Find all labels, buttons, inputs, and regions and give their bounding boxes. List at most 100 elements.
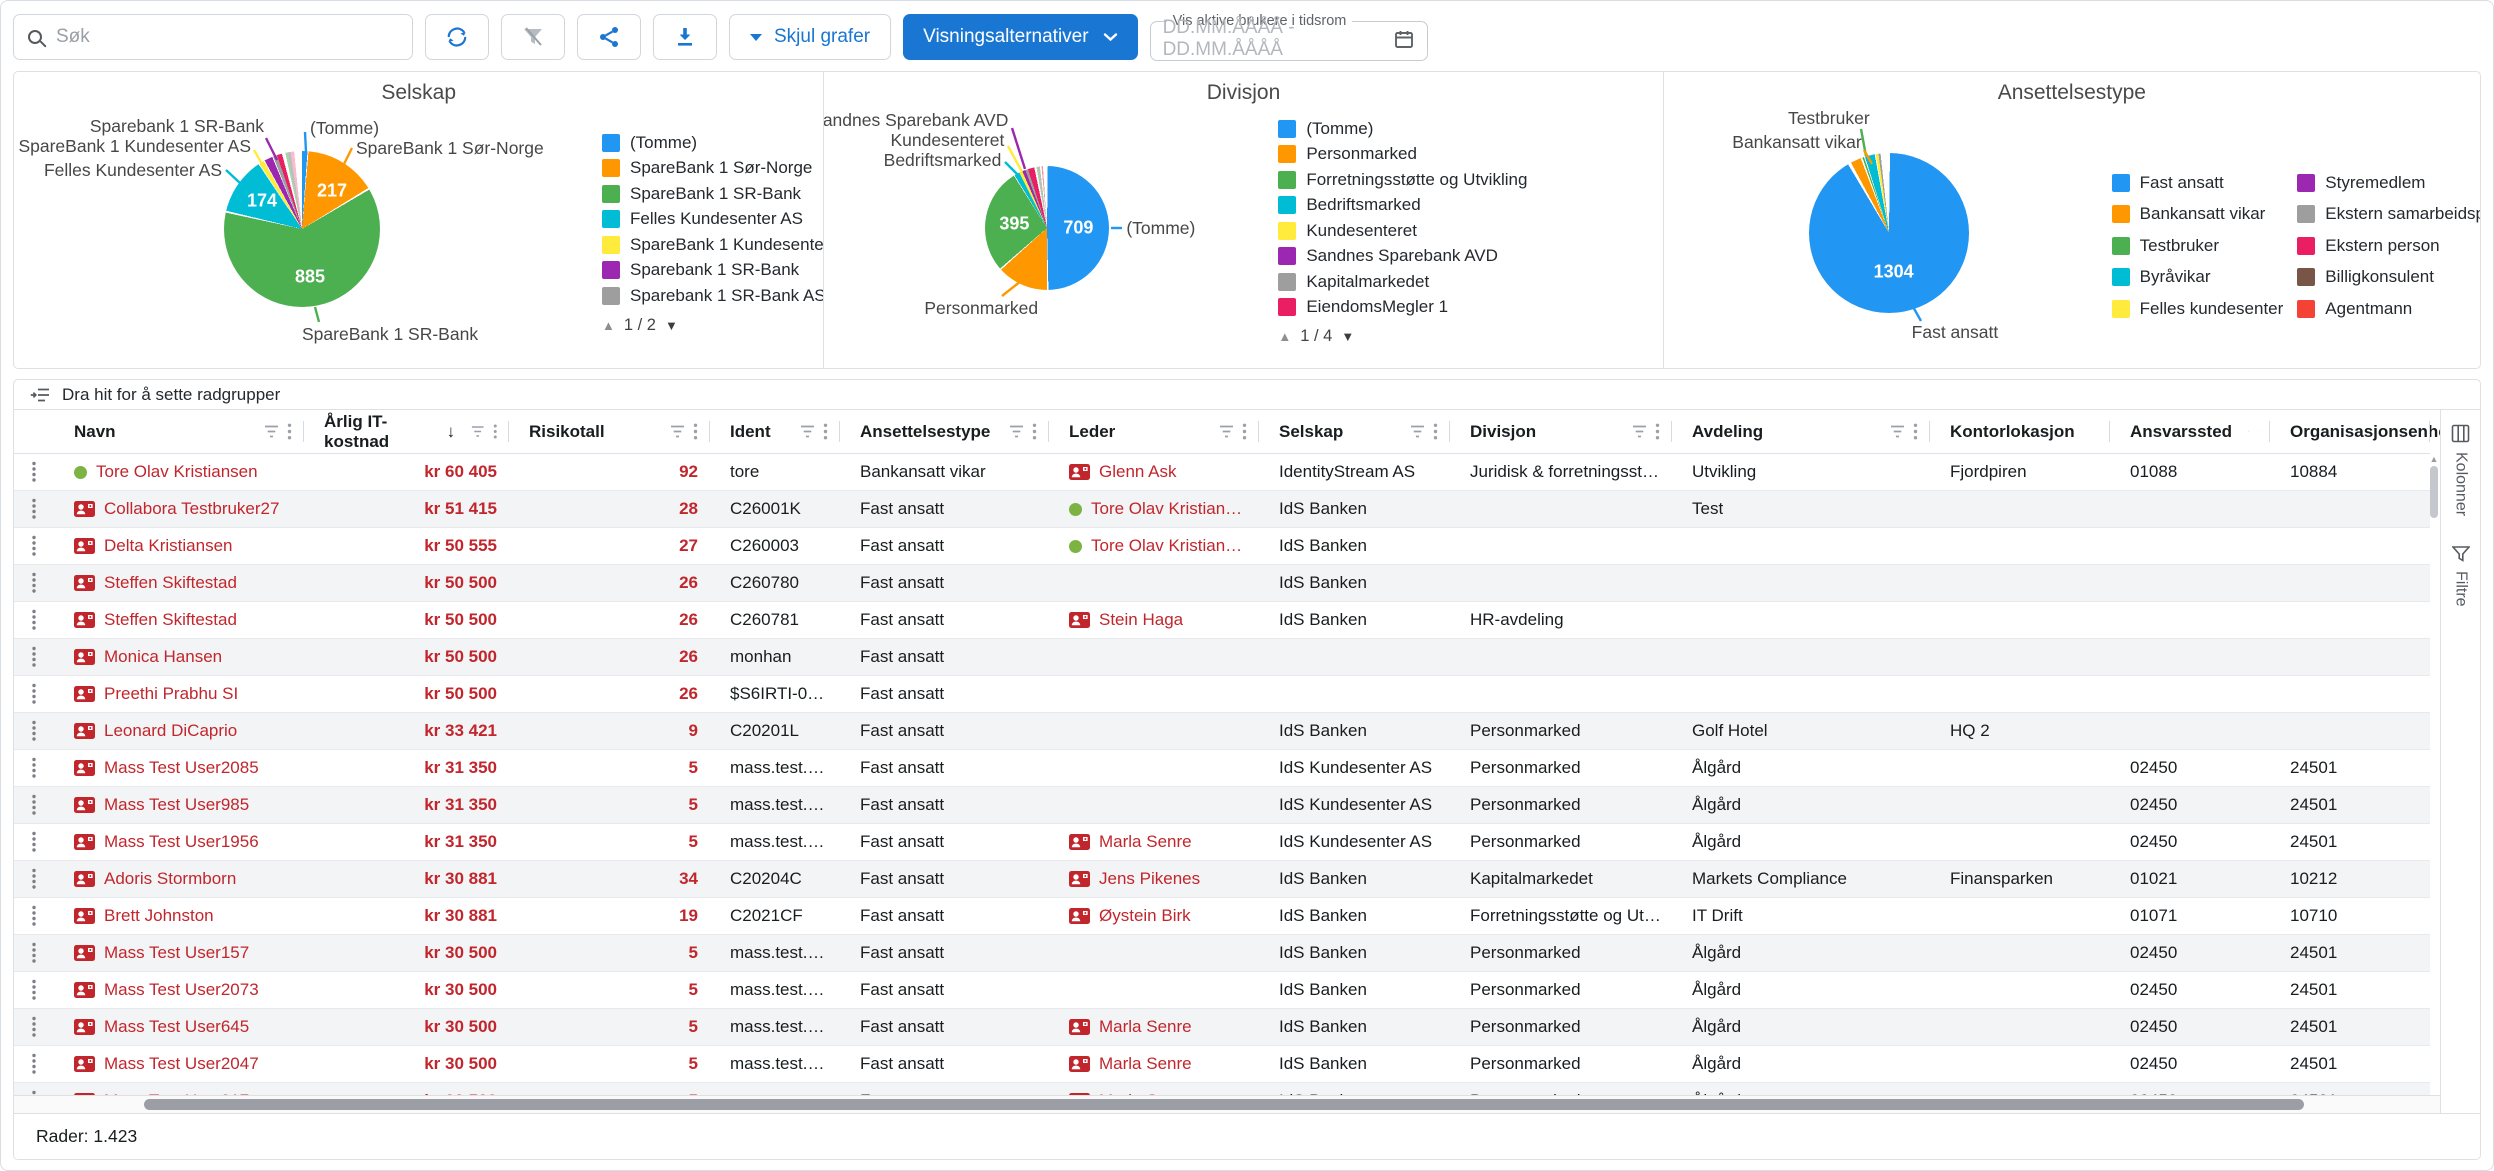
row-menu-icon[interactable] (31, 461, 37, 483)
column-filter-icon[interactable] (800, 425, 815, 438)
legend-item[interactable]: Styremedlem (2297, 172, 2480, 193)
name-link[interactable]: Steffen Skiftestad (104, 573, 237, 593)
row-menu-icon[interactable] (31, 868, 37, 890)
column-header-avdeling[interactable]: Avdeling (1672, 410, 1930, 453)
name-link[interactable]: Steffen Skiftestad (104, 610, 237, 630)
column-filter-icon[interactable] (1632, 425, 1647, 438)
horizontal-scrollbar-thumb[interactable] (144, 1099, 2304, 1110)
column-filter-icon[interactable] (670, 425, 685, 438)
view-options-button[interactable]: Visningsalternativer (903, 14, 1137, 60)
leader-link[interactable]: Tore Olav Kristiansen (1091, 536, 1249, 556)
table-row[interactable]: Mass Test User157kr 30 5005mass.test.use… (14, 935, 2430, 972)
row-menu-button[interactable] (14, 491, 54, 527)
legend-item[interactable]: Ekstern person (2297, 235, 2480, 256)
column-menu-icon[interactable] (1032, 423, 1037, 440)
row-menu-button[interactable] (14, 1083, 54, 1095)
column-filter-icon[interactable] (1219, 425, 1234, 438)
table-row[interactable]: Mass Test User645kr 30 5005mass.test.use… (14, 1009, 2430, 1046)
column-header-ansvar[interactable]: Ansvarssted (2110, 410, 2270, 453)
pie-chart-ansettelsestype[interactable] (1809, 153, 1969, 313)
legend-item[interactable]: Fast ansatt (2112, 172, 2284, 193)
column-filter-icon[interactable] (264, 425, 279, 438)
table-row[interactable]: Tore Olav Kristiansenkr 60 40592toreBank… (14, 454, 2430, 491)
download-button[interactable] (653, 14, 717, 60)
row-menu-icon[interactable] (31, 683, 37, 705)
leader-link[interactable]: Jens Pikenes (1099, 869, 1200, 889)
column-header-org[interactable]: Organisasjonsenhet (2270, 410, 2430, 453)
row-menu-icon[interactable] (31, 757, 37, 779)
vertical-scrollbar-thumb[interactable] (2430, 466, 2438, 518)
legend-item[interactable]: Bedriftsmarked (1278, 195, 1527, 216)
column-filter-icon[interactable] (2248, 425, 2249, 438)
row-menu-button[interactable] (14, 935, 54, 971)
row-menu-icon[interactable] (31, 498, 37, 520)
leader-link[interactable]: Øystein Birk (1099, 906, 1191, 926)
row-menu-button[interactable] (14, 454, 54, 490)
date-range-field[interactable]: Vis aktive brukere i tidsrom DD.MM.ÅÅÅÅ … (1150, 13, 1428, 61)
column-header-kontor[interactable]: Kontorlokasjon (1930, 410, 2110, 453)
row-menu-button[interactable] (14, 824, 54, 860)
column-menu-icon[interactable] (287, 423, 292, 440)
legend-item[interactable]: Felles kundesenter (2112, 298, 2284, 319)
legend-item[interactable]: EiendomsMegler 1 (1278, 297, 1527, 318)
column-menu-icon[interactable] (693, 423, 698, 440)
clear-filter-button[interactable] (501, 14, 565, 60)
row-menu-icon[interactable] (31, 942, 37, 964)
row-menu-icon[interactable] (31, 720, 37, 742)
row-menu-button[interactable] (14, 676, 54, 712)
table-row[interactable]: Mass Test User985kr 31 3505mass.test.use… (14, 787, 2430, 824)
legend-item[interactable]: Kapitalmarkedet (1278, 271, 1527, 292)
row-menu-icon[interactable] (31, 979, 37, 1001)
legend-item[interactable]: SpareBank 1 Sør-Norge (602, 158, 823, 179)
legend-item[interactable]: Sandnes Sparebank AVD (1278, 246, 1527, 267)
table-row[interactable]: Steffen Skiftestadkr 50 50026C260780Fast… (14, 565, 2430, 602)
legend-next-icon[interactable]: ▼ (665, 318, 678, 333)
hide-charts-button[interactable]: Skjul grafer (729, 14, 891, 60)
table-row[interactable]: Mass Test User2047kr 30 5005mass.test.us… (14, 1046, 2430, 1083)
tab-kolonner[interactable]: Kolonner (2451, 424, 2470, 516)
legend-item[interactable]: Agentmann (2297, 298, 2480, 319)
column-header-leader[interactable]: Leder (1049, 410, 1259, 453)
column-filter-icon[interactable] (1009, 425, 1024, 438)
row-menu-button[interactable] (14, 528, 54, 564)
table-row[interactable]: Brett Johnstonkr 30 88119C2021CFFast ans… (14, 898, 2430, 935)
legend-item[interactable]: Billigkonsulent (2297, 267, 2480, 288)
legend-item[interactable]: (Tomme) (602, 132, 823, 153)
name-link[interactable]: Mass Test User1956 (104, 832, 259, 852)
table-row[interactable]: Leonard DiCapriokr 33 4219C20201LFast an… (14, 713, 2430, 750)
leader-link[interactable]: Tore Olav Kristiansen (1091, 499, 1249, 519)
legend-next-icon[interactable]: ▼ (1341, 329, 1354, 344)
column-menu-icon[interactable] (1913, 423, 1918, 440)
legend-item[interactable]: (Tomme) (1278, 118, 1527, 139)
name-link[interactable]: Mass Test User2073 (104, 980, 259, 1000)
column-menu-icon[interactable] (1655, 423, 1660, 440)
legend-item[interactable]: Forretningsstøtte og Utvikling (1278, 169, 1527, 190)
name-link[interactable]: Preethi Prabhu SI (104, 684, 238, 704)
vertical-scrollbar[interactable]: ▲ (2428, 454, 2440, 1095)
column-menu-icon[interactable] (823, 423, 828, 440)
legend-prev-icon[interactable]: ▲ (602, 318, 615, 333)
column-header-type[interactable]: Ansettelsestype (840, 410, 1049, 453)
table-row[interactable]: Mass Test User2073kr 30 5005mass.test.us… (14, 972, 2430, 1009)
table-row[interactable]: Delta Kristiansenkr 50 55527C260003Fast … (14, 528, 2430, 565)
row-menu-button[interactable] (14, 787, 54, 823)
name-link[interactable]: Delta Kristiansen (104, 536, 233, 556)
legend-item[interactable]: Kundesenteret (1278, 220, 1527, 241)
legend-item[interactable]: Bankansatt vikar (2112, 204, 2284, 225)
column-header-cost[interactable]: Årlig IT-kostnad↓ (304, 410, 509, 453)
table-row[interactable]: Steffen Skiftestadkr 50 50026C260781Fast… (14, 602, 2430, 639)
column-filter-icon[interactable] (471, 425, 484, 438)
row-menu-icon[interactable] (31, 572, 37, 594)
name-link[interactable]: Mass Test User645 (104, 1017, 249, 1037)
legend-prev-icon[interactable]: ▲ (1278, 329, 1291, 344)
leader-link[interactable]: Marla Senre (1099, 832, 1192, 852)
table-row[interactable]: Preethi Prabhu SIkr 50 50026$S6IRTI-01NM… (14, 676, 2430, 713)
table-row[interactable]: Mass Test User2085kr 31 3505mass.test.us… (14, 750, 2430, 787)
name-link[interactable]: Leonard DiCaprio (104, 721, 237, 741)
legend-item[interactable]: Personmarked (1278, 144, 1527, 165)
column-header-name[interactable]: Navn (54, 410, 304, 453)
name-link[interactable]: Mass Test User2085 (104, 758, 259, 778)
share-button[interactable] (577, 14, 641, 60)
legend-item[interactable]: Ekstern samarbeidspartner (2297, 204, 2480, 225)
row-menu-button[interactable] (14, 861, 54, 897)
